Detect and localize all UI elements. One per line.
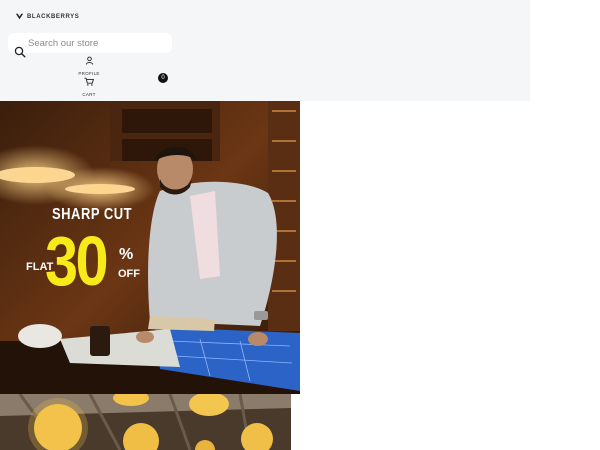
cart-icon bbox=[84, 77, 95, 86]
cart-button[interactable]: CART bbox=[75, 73, 103, 97]
search-input[interactable] bbox=[28, 33, 168, 53]
site-header: BLACKBERRYS PROFILE CART 0 bbox=[0, 0, 530, 101]
search-bar[interactable] bbox=[8, 33, 172, 53]
secondary-banner[interactable] bbox=[0, 394, 291, 450]
cart-label: CART bbox=[82, 92, 96, 97]
promo-number: 30 bbox=[45, 222, 109, 300]
promo-headline: SHARP CUT bbox=[52, 204, 133, 223]
brand-logo[interactable]: BLACKBERRYS bbox=[15, 12, 79, 21]
promo-flat-label: FLAT bbox=[26, 261, 54, 273]
user-icon bbox=[85, 56, 93, 65]
secondary-banner-image bbox=[0, 394, 291, 450]
logo-text: BLACKBERRYS bbox=[27, 13, 80, 20]
promo-percent: % bbox=[119, 246, 134, 263]
promo-banner[interactable]: SHARP CUT 30 FLAT % OFF bbox=[0, 101, 300, 394]
promo-off-label: OFF bbox=[118, 268, 140, 280]
logo-icon bbox=[15, 13, 24, 20]
search-icon[interactable] bbox=[14, 46, 26, 58]
cart-count-badge: 0 bbox=[158, 73, 168, 83]
